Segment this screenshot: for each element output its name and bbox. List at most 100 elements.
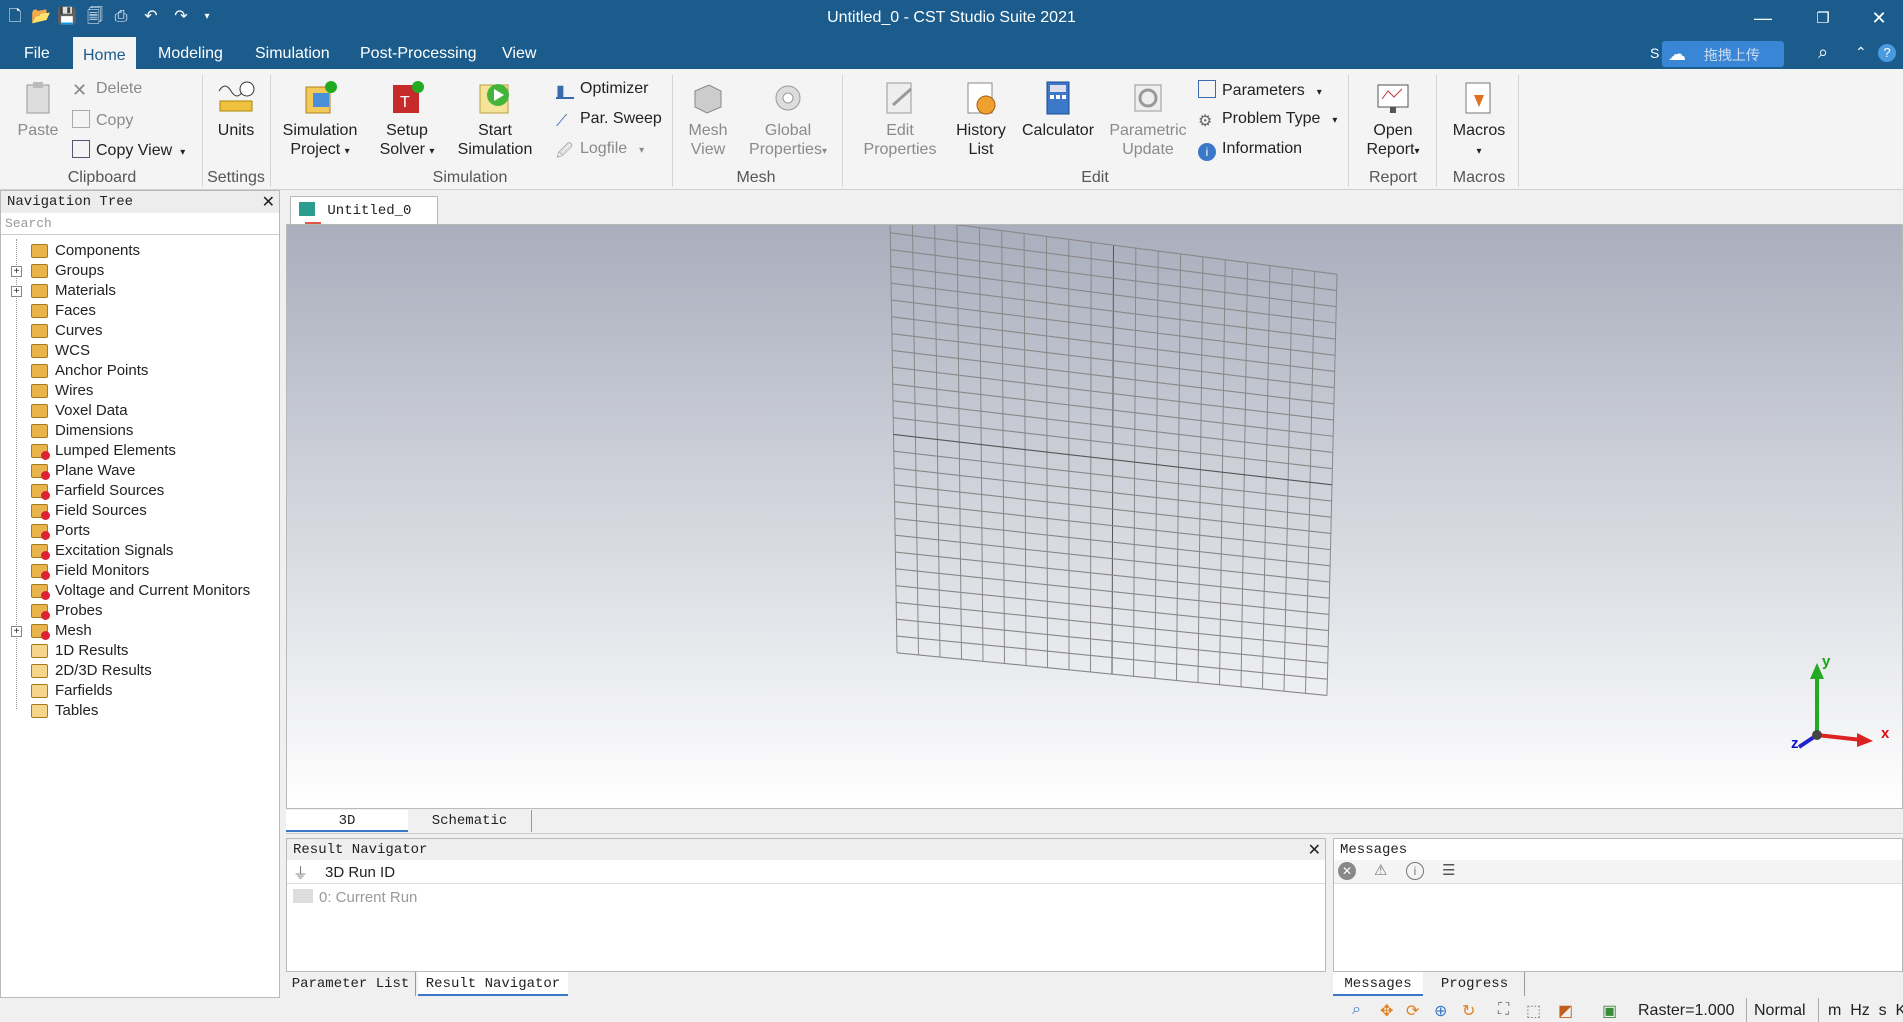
tab-3d[interactable]: 3D [286,810,408,832]
tab-modeling[interactable]: Modeling [148,37,233,69]
tree-item-1d-results[interactable]: 1D Results [1,641,279,661]
tree-item-farfield-sources[interactable]: Farfield Sources [1,481,279,501]
snapshot-icon[interactable]: ▣ [1602,1001,1617,1021]
calculator-button[interactable]: Calculator [1018,79,1098,140]
tree-item-plane-wave[interactable]: Plane Wave [1,461,279,481]
expand-icon[interactable]: + [11,626,22,637]
dropdown-icon: ▾ [821,146,827,157]
tree-item-mesh[interactable]: + Mesh [1,621,279,641]
pan-icon[interactable]: ✥ [1380,1001,1393,1021]
tab-simulation[interactable]: Simulation [245,37,340,69]
cloud-upload-button[interactable]: ☁ 拖拽上传 [1662,41,1784,67]
open-report-button[interactable]: Open Report▾ [1356,79,1430,161]
zoom-icon[interactable]: ⌕ [1352,1001,1361,1019]
clear-list-icon[interactable]: ☰ [1442,861,1455,879]
tab-result-navigator[interactable]: Result Navigator [418,972,568,996]
group-macros: Macros [1452,169,1506,186]
tab-progress[interactable]: Progress [1425,972,1525,996]
tree-item-groups[interactable]: + Groups [1,261,279,281]
tab-file[interactable]: File [14,37,60,69]
expand-icon[interactable]: + [11,266,22,277]
restore-button[interactable]: ❐ [1800,0,1846,37]
tab-home[interactable]: Home [73,37,136,69]
result-navigator-header: Result Navigator ✕ [287,839,1325,860]
tab-post-processing[interactable]: Post-Processing [350,37,487,69]
tree-item-components[interactable]: Components [1,241,279,261]
perspective-icon[interactable]: ⬚ [1526,1001,1541,1021]
minimize-button[interactable]: — [1740,0,1786,37]
warning-icon[interactable]: ⚠ [1374,861,1387,879]
search-icon[interactable]: ⌕ [1818,42,1828,63]
tree-item-2d-3d-results[interactable]: 2D/3D Results [1,661,279,681]
rotate-icon[interactable]: ⟳ [1406,1001,1419,1021]
paste-button[interactable]: Paste [10,79,66,140]
tree-item-field-monitors[interactable]: Field Monitors [1,561,279,581]
problem-type-button[interactable]: ⚙ Problem Type ▾ [1198,110,1337,130]
tab-view[interactable]: View [492,37,546,69]
tree-item-curves[interactable]: Curves [1,321,279,341]
tree-item-field-sources[interactable]: Field Sources [1,501,279,521]
3d-viewport[interactable]: y x z [286,224,1903,809]
close-panel-icon[interactable]: ✕ [1308,840,1321,860]
units-button[interactable]: Units [208,79,264,140]
logfile-icon: 🖉 [556,143,574,160]
tree-item-voltage-and-current-monitors[interactable]: Voltage and Current Monitors [1,581,279,601]
units-icon [218,81,255,112]
expand-icon[interactable]: + [11,286,22,297]
parameters-button[interactable]: Parameters ▾ [1198,80,1322,100]
tab-schematic[interactable]: Schematic [408,810,532,832]
info-filter-icon[interactable]: i [1406,862,1424,880]
tree-item-lumped-elements[interactable]: Lumped Elements [1,441,279,461]
tab-parameter-list[interactable]: Parameter List [286,972,416,996]
tree-item-excitation-signals[interactable]: Excitation Signals [1,541,279,561]
ribbon-tab-bar: File Home Modeling Simulation Post-Proce… [0,37,1903,69]
zoom-in-icon[interactable]: ⊕ [1434,1001,1447,1021]
tree-item-farfields[interactable]: Farfields [1,681,279,701]
separator [202,75,203,187]
delete-button[interactable]: ✕ Delete [72,80,142,100]
tree-item-tables[interactable]: Tables [1,701,279,721]
help-icon[interactable]: ? [1878,44,1896,62]
edit-properties-button[interactable]: Edit Properties [856,79,944,159]
tree-item-voxel-data[interactable]: Voxel Data [1,401,279,421]
copy-view-button[interactable]: Copy View ▾ [72,140,185,160]
copy-icon [72,110,90,128]
navigation-search-input[interactable]: Search [1,213,279,235]
paste-icon [26,82,50,114]
spin-icon[interactable]: ↻ [1462,1001,1475,1021]
result-navigator-row[interactable]: 0: Current Run [287,884,1325,908]
history-list-button[interactable]: History List [952,79,1010,159]
information-button[interactable]: i Information [1198,140,1302,161]
fit-view-icon[interactable]: ⛶ [1498,1001,1509,1019]
close-panel-icon[interactable]: ✕ [262,192,275,212]
close-button[interactable]: ✕ [1856,0,1902,37]
setup-solver-button[interactable]: T Setup Solver ▾ [372,79,442,161]
tree-item-anchor-points[interactable]: Anchor Points [1,361,279,381]
tree-item-label: Wires [55,382,94,399]
delete-icon: ✕ [72,80,88,100]
tree-item-dimensions[interactable]: Dimensions [1,421,279,441]
logfile-button[interactable]: 🖉 Logfile ▾ [556,140,644,160]
folder-icon [31,504,50,520]
document-tab[interactable]: Untitled_0 ✕ [290,196,438,238]
tab-messages[interactable]: Messages [1333,972,1423,996]
tree-item-wires[interactable]: Wires [1,381,279,401]
start-simulation-button[interactable]: Start Simulation [452,79,538,159]
collapse-ribbon-icon[interactable]: ⌃ [1855,44,1867,61]
par-sweep-button[interactable]: ⟋ Par. Sweep [556,110,662,131]
optimizer-button[interactable]: ▮ Optimizer [556,80,648,100]
clear-errors-icon[interactable]: ✕ [1338,862,1356,880]
tree-item-faces[interactable]: Faces [1,301,279,321]
tree-item-ports[interactable]: Ports [1,521,279,541]
simulation-project-button[interactable]: Simulation Project ▾ [278,79,362,161]
cube-icon[interactable]: ◩ [1558,1001,1573,1021]
macros-button[interactable]: Macros ▾ [1444,79,1514,161]
filter-icon[interactable]: ⏚ [293,862,308,883]
tree-item-wcs[interactable]: WCS [1,341,279,361]
mesh-view-button[interactable]: Mesh View [680,79,736,159]
copy-button[interactable]: Copy [72,110,133,130]
tree-item-materials[interactable]: + Materials [1,281,279,301]
tree-item-probes[interactable]: Probes [1,601,279,621]
parametric-update-button[interactable]: Parametric Update [1106,79,1190,159]
global-properties-button[interactable]: Global Properties▾ [744,79,832,161]
